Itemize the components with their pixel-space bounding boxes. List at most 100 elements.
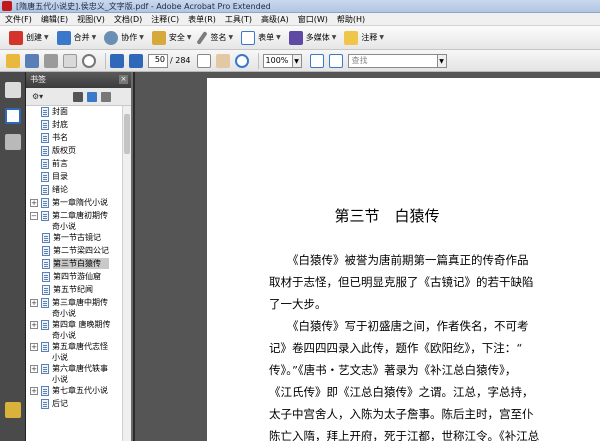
signatures-icon[interactable]: [5, 134, 21, 150]
expand-icon[interactable]: +: [30, 365, 38, 373]
page-number-input[interactable]: 50: [148, 53, 168, 68]
hand-tool-icon[interactable]: [215, 53, 230, 68]
multimedia-button[interactable]: 多媒体 ▼: [286, 29, 340, 47]
bookmark-label: 第一节古镜记: [53, 233, 101, 242]
chevron-down-icon: ▼: [331, 34, 337, 41]
bookmark-label: 第六章唐代轶事小说: [52, 364, 108, 384]
bookmark-item[interactable]: 第五节纪闻: [26, 284, 131, 297]
bookmark-page-icon: [42, 246, 50, 256]
options-gear-icon[interactable]: ⚙▾: [32, 92, 43, 101]
bookmark-item[interactable]: 绪论: [26, 184, 131, 197]
comments-icon[interactable]: [5, 402, 21, 418]
delete-bookmark-icon[interactable]: [73, 91, 84, 102]
bookmark-label: 第一章隋代小说: [52, 198, 108, 207]
print-icon[interactable]: [44, 53, 58, 68]
bookmark-page-icon: [42, 233, 50, 243]
section-heading: 第三节 白猿传: [334, 207, 440, 225]
bookmark-item[interactable]: 封面: [26, 106, 131, 119]
chevron-down-icon[interactable]: ▼: [292, 53, 302, 68]
email-icon[interactable]: [63, 53, 77, 68]
collaborate-button[interactable]: 协作 ▼: [101, 29, 147, 47]
bookmark-item[interactable]: − 第二章唐初期传奇小说: [26, 210, 131, 232]
document-view[interactable]: 第三节 白猿传 《白猿传》被誉为唐前期第一篇真正的传奇作品 取材于志怪，但已明显…: [135, 72, 600, 441]
bookmark-item[interactable]: 目录: [26, 171, 131, 184]
bookmark-page-icon: [42, 259, 50, 269]
next-page-icon[interactable]: [129, 53, 143, 68]
pages-icon[interactable]: [5, 82, 21, 98]
bookmark-item[interactable]: 封底: [26, 119, 131, 132]
zoom-level-input[interactable]: 100%: [262, 53, 293, 68]
navigation-toolbar: 50 / 284 100% ▼ 查找 ▼: [0, 50, 600, 72]
menu-document[interactable]: 文档(D): [114, 14, 142, 25]
expand-icon[interactable]: +: [30, 321, 38, 329]
menu-edit[interactable]: 编辑(E): [41, 14, 68, 25]
forms-icon: [241, 30, 256, 45]
bookmark-item[interactable]: 前言: [26, 158, 131, 171]
lock-icon: [151, 30, 166, 45]
bookmarks-scrollbar[interactable]: [122, 106, 131, 441]
open-folder-icon[interactable]: [6, 53, 20, 68]
bookmark-item[interactable]: 第三节白猿传: [26, 258, 131, 271]
bookmark-page-icon: [41, 342, 49, 352]
bookmark-item[interactable]: + 第一章隋代小说: [26, 197, 131, 210]
chevron-down-icon: ▼: [228, 34, 234, 41]
bookmark-page-icon: [41, 107, 49, 117]
bookmark-item[interactable]: 后记: [26, 398, 131, 411]
fit-page-icon[interactable]: [309, 53, 324, 68]
menu-file[interactable]: 文件(F): [5, 14, 32, 25]
bookmark-tree: 封面 封底书名 版权页 前言 目录 绪论 + 第一章隋代小说 − 第二章唐初期传奇小说 第一节古镜记…: [26, 106, 131, 441]
body-line: 太子中宫舍人，入陈为太子詹事。陈后主时，宫至仆: [269, 407, 534, 421]
comment-button[interactable]: 注释 ▼: [341, 29, 387, 47]
create-button[interactable]: 创建 ▼: [6, 29, 52, 47]
fit-width-icon[interactable]: [328, 53, 343, 68]
bookmark-item[interactable]: + 第三章唐中期传奇小说: [26, 297, 131, 319]
bookmark-page-icon: [41, 133, 49, 143]
previous-page-icon[interactable]: [110, 53, 124, 68]
close-icon[interactable]: ×: [119, 75, 128, 84]
collaborate-icon: [104, 30, 119, 45]
menu-window[interactable]: 窗口(W): [298, 14, 328, 25]
bookmark-item[interactable]: 书名: [26, 132, 131, 145]
bookmark-page-icon: [42, 285, 50, 295]
bookmark-item[interactable]: 第二节梁四公记: [26, 245, 131, 258]
select-tool-icon[interactable]: [196, 53, 211, 68]
menu-comments[interactable]: 注释(C): [151, 14, 179, 25]
bookmark-label: 封底: [52, 120, 68, 129]
bookmark-item[interactable]: 版权页: [26, 145, 131, 158]
menu-tools[interactable]: 工具(T): [225, 14, 252, 25]
menu-view[interactable]: 视图(V): [77, 14, 105, 25]
expand-icon[interactable]: +: [30, 299, 38, 307]
bookmark-item[interactable]: + 第六章唐代轶事小说: [26, 363, 131, 385]
expand-bookmark-icon[interactable]: [101, 91, 112, 102]
collapse-icon[interactable]: −: [30, 212, 38, 220]
bookmark-item[interactable]: 第一节古镜记: [26, 232, 131, 245]
bookmark-item[interactable]: + 第五章唐代志怪小说: [26, 341, 131, 363]
bookmark-item[interactable]: 第四节游仙窟: [26, 271, 131, 284]
bookmark-item[interactable]: + 第七章五代小说: [26, 385, 131, 398]
forms-button[interactable]: 表单 ▼: [238, 29, 284, 47]
expand-icon[interactable]: +: [30, 387, 38, 395]
bookmark-label: 第五章唐代志怪小说: [52, 342, 108, 362]
expand-icon[interactable]: +: [30, 199, 38, 207]
menu-forms[interactable]: 表单(R): [188, 14, 216, 25]
sign-button[interactable]: 签名 ▼: [195, 29, 237, 47]
find-input[interactable]: 查找: [347, 53, 438, 68]
scrollbar-thumb[interactable]: [124, 114, 130, 154]
merge-button[interactable]: 合并 ▼: [54, 29, 100, 47]
zoom-tool-icon[interactable]: [234, 53, 249, 68]
save-icon[interactable]: [25, 53, 39, 68]
bookmark-label: 第四章 唐晚期传奇小说: [52, 320, 111, 340]
search-icon[interactable]: [82, 53, 96, 68]
new-bookmark-icon[interactable]: [87, 91, 98, 102]
window-title: [隋唐五代小说史].侯忠义_文字版.pdf - Adobe Acrobat Pr…: [16, 2, 271, 11]
bookmark-label: 第三章唐中期传奇小说: [52, 298, 108, 318]
secure-button[interactable]: 安全 ▼: [149, 29, 195, 47]
bookmark-item[interactable]: + 第四章 唐晚期传奇小说: [26, 319, 131, 341]
menu-advanced[interactable]: 高级(A): [261, 14, 289, 25]
chevron-down-icon: ▼: [276, 34, 281, 41]
bookmarks-icon[interactable]: [5, 108, 21, 124]
expand-icon[interactable]: +: [30, 343, 38, 351]
chevron-down-icon[interactable]: ▼: [437, 53, 447, 68]
menu-help[interactable]: 帮助(H): [337, 14, 365, 25]
pdf-page: 第三节 白猿传 《白猿传》被誉为唐前期第一篇真正的传奇作品 取材于志怪，但已明显…: [207, 78, 600, 441]
